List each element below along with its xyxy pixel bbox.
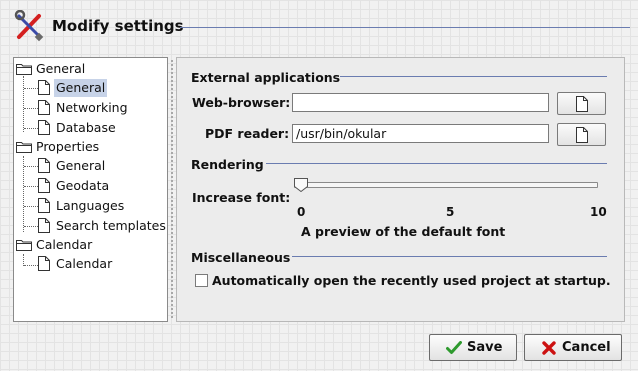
font-size-slider[interactable] [294,182,598,188]
tree-item-general[interactable]: General [38,79,166,97]
tree-item-database[interactable]: Database [38,119,166,137]
page-icon [38,256,50,271]
font-preview-text: A preview of the default font [301,224,506,239]
rendering-divider [266,163,607,164]
increase-font-label: Increase font: [192,190,291,205]
browse-file-icon [576,96,588,112]
external-apps-title: External applications [191,70,341,85]
rendering-title: Rendering [191,157,264,172]
tree-item-search-templates[interactable]: Search templates [38,217,167,235]
tree-group-calendar[interactable]: Calendar [16,236,166,254]
page-icon [38,198,50,213]
folder-icon [16,64,32,75]
pdf-reader-input[interactable]: /usr/bin/okular [292,124,549,143]
tree-group-properties[interactable]: Properties [16,138,166,156]
pdf-reader-label: PDF reader: [205,126,290,141]
tree-item-properties-general[interactable]: General [38,157,166,175]
tree-item-languages[interactable]: Languages [38,197,166,215]
page-icon [38,178,50,193]
folder-icon [16,142,32,153]
check-icon [446,341,462,354]
misc-divider [292,256,607,257]
slider-tick-max: 10 [590,205,607,219]
tree-group-general[interactable]: General [16,60,166,78]
pdf-reader-browse-button[interactable] [557,123,606,146]
cancel-button[interactable]: Cancel [524,334,622,361]
slider-thumb[interactable] [294,178,308,193]
auto-open-checkbox[interactable] [195,274,208,287]
splitter-grip [171,60,173,318]
misc-title: Miscellaneous [191,250,291,265]
slider-tick-mid: 5 [446,205,455,219]
tree-item-calendar[interactable]: Calendar [38,255,166,273]
settings-tree[interactable]: General General Networking Database Prop… [13,57,168,322]
page-icon [38,120,50,135]
page-icon [38,80,50,95]
external-apps-divider [340,76,607,77]
cancel-x-icon [542,341,556,355]
web-browser-browse-button[interactable] [557,92,606,115]
save-button[interactable]: Save [429,334,517,361]
folder-icon [16,240,32,251]
tree-item-networking[interactable]: Networking [38,99,166,117]
browse-file-icon [576,127,588,143]
tools-icon [14,9,46,42]
page-icon [38,158,50,173]
web-browser-input[interactable] [292,93,549,112]
slider-tick-min: 0 [297,205,306,219]
dialog-title: Modify settings [52,17,184,35]
title-divider [180,27,630,28]
auto-open-label[interactable]: Automatically open the recently used pro… [212,273,611,288]
tree-item-geodata[interactable]: Geodata [38,177,166,195]
page-icon [38,218,50,233]
page-icon [38,100,50,115]
web-browser-label: Web-browser: [192,95,291,110]
